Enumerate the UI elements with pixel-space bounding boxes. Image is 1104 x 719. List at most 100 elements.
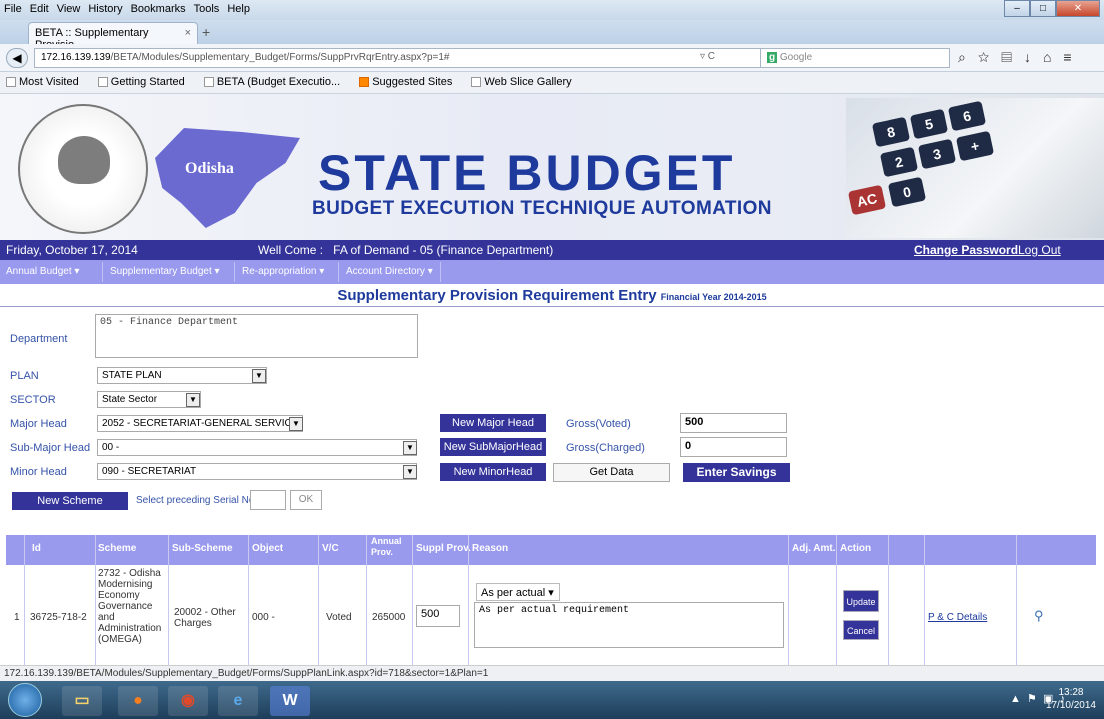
download-icon[interactable]: ↓ [1024,49,1043,65]
tray-arrow-icon[interactable]: ▲ [1010,693,1021,705]
page-title-text: Supplementary Provision Requirement Entr… [337,287,657,304]
get-data-button[interactable]: Get Data [553,463,670,482]
chevron-down-icon[interactable]: ▼ [403,465,417,479]
col-divider [788,535,789,666]
nav-account-directory[interactable]: Account Directory ▾ [346,266,433,277]
menu-history[interactable]: History [84,0,126,18]
firefox-icon[interactable]: ● [118,686,158,716]
col-scheme: Scheme [98,543,137,554]
bookmark-beta[interactable]: BETA (Budget Executio... [203,76,348,88]
department-field[interactable]: 05 - Finance Department [95,314,418,358]
bookmark-suggested-sites[interactable]: Suggested Sites [359,76,460,88]
windows-taskbar [0,681,1104,719]
new-minor-head-button[interactable]: New MinorHead [440,463,546,481]
back-icon[interactable]: ◀ [6,48,28,68]
minimize-icon[interactable]: – [1004,0,1030,17]
nav-re-appropriation[interactable]: Re-appropriation ▾ [242,266,324,277]
bookmark-web-slice[interactable]: Web Slice Gallery [471,76,579,88]
menu-view[interactable]: View [53,0,85,18]
col-divider [24,535,25,666]
col-action: Action [840,543,872,554]
home-icon[interactable]: ⌂ [1043,49,1063,65]
ok-button[interactable]: OK [290,490,322,510]
calc-key: 6 [947,100,987,132]
reason-textarea[interactable]: As per actual requirement [474,602,784,648]
new-major-head-button[interactable]: New Major Head [440,414,546,432]
nav-label: Annual Budget [6,266,72,277]
menu-file[interactable]: File [0,0,26,18]
new-tab-icon[interactable]: + [202,24,210,40]
maximize-icon[interactable]: □ [1030,0,1056,17]
row-scheme: 2732 - Odisha Modernising Economy Govern… [98,568,162,645]
gross-voted-field[interactable]: 500 [680,413,787,433]
bookmark-icon [97,77,108,88]
search-input[interactable]: g Google [760,48,950,68]
nav-label: Re-appropriation [242,266,317,277]
clock-time: 13:28 [1058,687,1084,698]
reason-select-value: As per actual [481,587,546,599]
search-icon[interactable]: ⌕ [958,49,978,65]
preceding-serial-input[interactable] [250,490,286,510]
menu-icon[interactable]: ≡ [1063,49,1083,65]
search-icon[interactable]: ⚲ [1034,609,1044,622]
chevron-down-icon[interactable]: ▼ [252,369,266,383]
emblem-figure [58,136,110,184]
menu-edit[interactable]: Edit [26,0,53,18]
toolbar-icons: ⌕☆▤↓⌂≡ [958,49,1084,66]
menu-tools[interactable]: Tools [190,0,224,18]
bookmark-getting-started[interactable]: Getting Started [97,76,193,88]
change-password-link[interactable]: Change Password [914,243,1018,257]
nav-divider [102,262,103,282]
internet-explorer-icon[interactable]: e [218,686,258,716]
menu-help[interactable]: Help [223,0,254,18]
calc-key: 0 [887,176,927,208]
chevron-down-icon[interactable]: ▼ [186,393,200,407]
suppl-prov-input[interactable]: 500 [416,605,460,627]
taskbar-clock[interactable]: 13:28 17/10/2014 [1046,686,1096,712]
url-host: 172.16.139.139 [41,52,111,63]
current-date: Friday, October 17, 2014 [6,243,138,257]
reading-list-icon[interactable]: ▤ [1001,49,1024,65]
nav-divider [234,262,235,282]
reason-select[interactable]: As per actual ▾ [476,583,560,601]
update-button[interactable]: Update [843,590,879,612]
chrome-icon[interactable]: ◉ [168,686,208,716]
col-divider [924,535,925,666]
menu-bookmarks[interactable]: Bookmarks [127,0,190,18]
minor-head-label: Minor Head [10,466,67,478]
logout-link[interactable]: Log Out [1018,243,1061,257]
chevron-down-icon[interactable]: ▼ [403,441,417,455]
gross-charged-field[interactable]: 0 [680,437,787,457]
file-explorer-icon[interactable]: ▭ [62,686,102,716]
word-icon[interactable]: W [270,686,310,716]
window-controls: – □ ✕ [1004,0,1100,18]
enter-savings-button[interactable]: Enter Savings [683,463,790,482]
pc-details-link[interactable]: P & C Details [928,612,987,623]
nav-annual-budget[interactable]: Annual Budget ▾ [6,266,79,277]
bookmark-star-icon[interactable]: ☆ [978,49,1001,65]
minor-head-select[interactable]: 090 - SECRETARIAT [97,463,417,480]
new-submajor-head-button[interactable]: New SubMajorHead [440,438,546,456]
plan-select[interactable]: STATE PLAN [97,367,267,384]
new-scheme-button[interactable]: New Scheme [12,492,128,510]
calc-key: + [955,130,995,162]
tab-close-icon[interactable]: × [185,27,191,39]
close-icon[interactable]: ✕ [1056,0,1100,17]
nav-label: Account Directory [346,266,425,277]
browser-tab[interactable]: BETA :: Supplementary Provisio...× [28,22,198,51]
col-adj-amt: Adj. Amt. [792,543,836,554]
bookmark-most-visited[interactable]: Most Visited [6,76,87,88]
reload-icon[interactable]: ▿ C [700,51,715,62]
flag-icon[interactable]: ⚑ [1027,693,1037,705]
major-head-select[interactable]: 2052 - SECRETARIAT-GENERAL SERVICE [97,415,303,432]
divider [0,306,1104,307]
nav-divider [440,262,441,282]
sector-value: State Sector [102,394,158,405]
submajor-head-select[interactable]: 00 - [97,439,417,456]
calc-key: 8 [871,116,911,148]
col-divider [248,535,249,666]
chevron-down-icon[interactable]: ▼ [289,417,303,431]
start-button-icon[interactable] [8,683,42,717]
cancel-button[interactable]: Cancel [843,620,879,640]
nav-supplementary-budget[interactable]: Supplementary Budget ▾ [110,266,220,277]
